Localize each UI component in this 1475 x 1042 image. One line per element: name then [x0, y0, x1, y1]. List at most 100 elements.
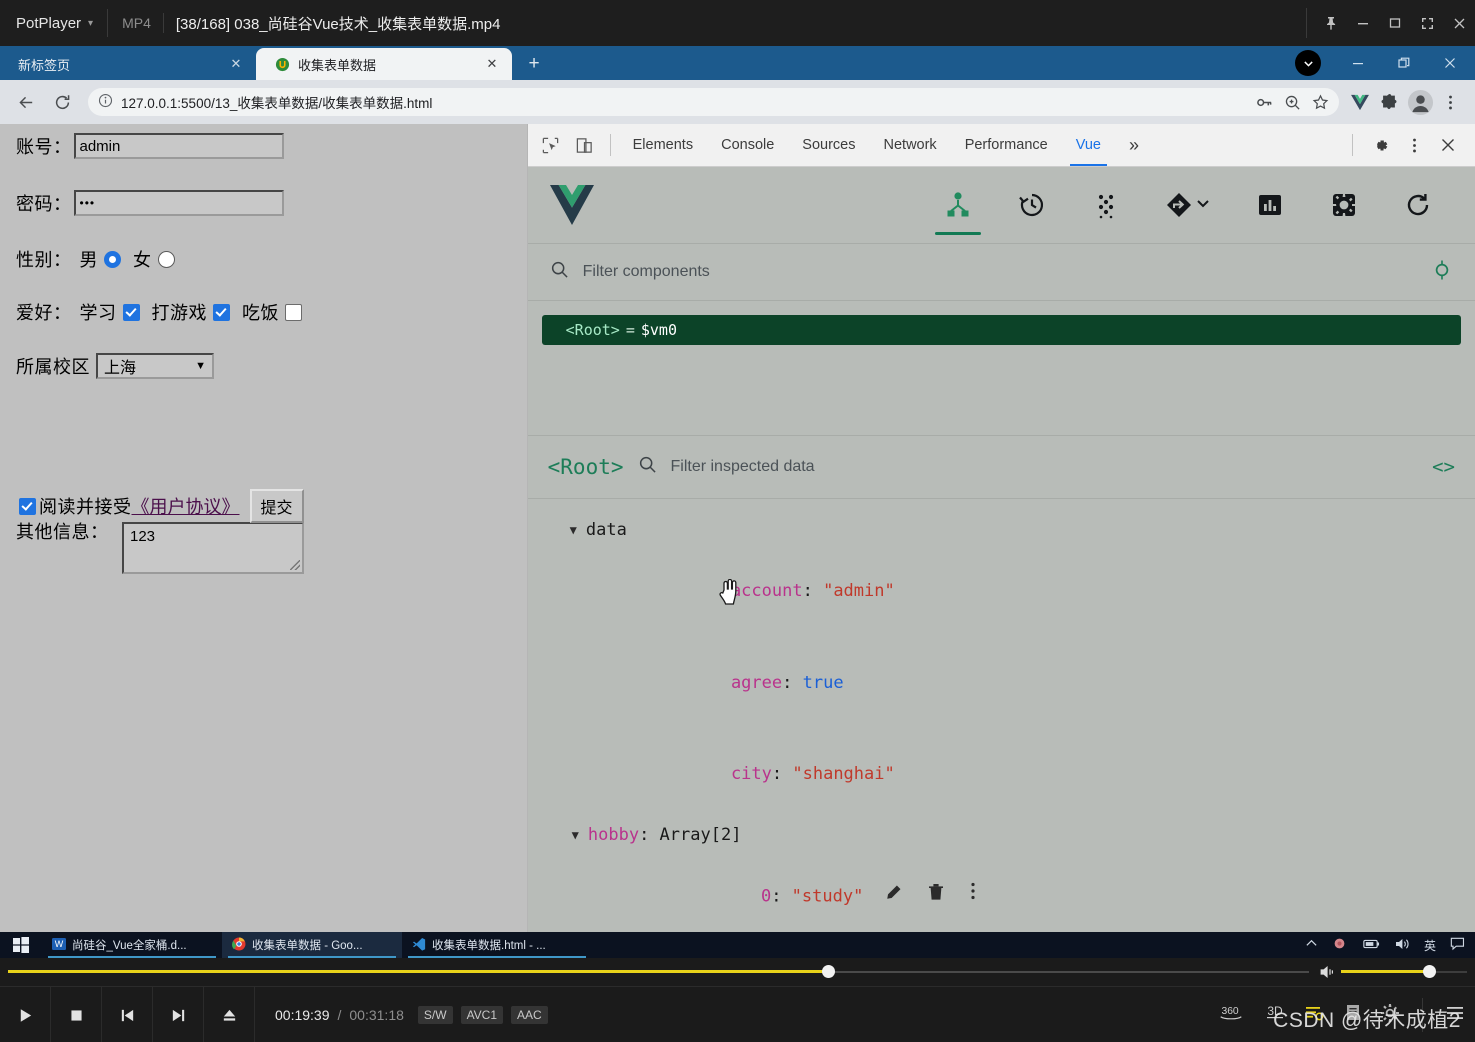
data-section-header[interactable]: ▼ data: [558, 515, 1475, 546]
password-key-icon[interactable]: [1251, 89, 1277, 115]
nav-timeline-history[interactable]: [995, 167, 1069, 243]
data-row-agree[interactable]: agree: true: [558, 637, 1475, 729]
minimize-button[interactable]: [1347, 0, 1379, 46]
data-row-city[interactable]: city: "shanghai": [558, 729, 1475, 821]
agree-checkbox[interactable]: [19, 497, 36, 515]
ime-language-indicator[interactable]: 英: [1424, 937, 1436, 954]
tab-sources[interactable]: Sources: [788, 124, 869, 166]
always-on-top-pin-icon[interactable]: [1315, 0, 1347, 46]
menu-icon[interactable]: [1445, 1004, 1465, 1027]
chevron-down-icon[interactable]: [1195, 195, 1211, 216]
data-row-account[interactable]: account: "admin": [558, 546, 1475, 638]
gender-female-radio[interactable]: [157, 250, 175, 268]
battery-icon[interactable]: [1361, 938, 1380, 953]
next-icon[interactable]: [153, 987, 204, 1042]
stop-icon[interactable]: [51, 987, 102, 1042]
hobby-eat-checkbox[interactable]: [285, 303, 302, 321]
hobby-game-checkbox[interactable]: [213, 303, 230, 321]
chrome-menu-icon[interactable]: [1435, 87, 1465, 117]
component-tree-row-root[interactable]: <Root> = $vm0: [541, 315, 1461, 345]
inspected-data-filter-input[interactable]: Filter inspected data: [671, 458, 815, 476]
nav-components-tree[interactable]: [921, 167, 995, 243]
submit-button[interactable]: 提交: [249, 489, 304, 523]
notifications-icon[interactable]: [1450, 937, 1465, 954]
nav-refresh[interactable]: [1381, 167, 1455, 243]
nav-routes[interactable]: [1143, 167, 1233, 243]
progress-handle[interactable]: [821, 965, 835, 978]
browser-tab-new-tab-page[interactable]: 新标签页 ✕: [0, 48, 256, 80]
potplayer-logo-menu[interactable]: PotPlayer ▾: [0, 15, 93, 32]
resize-grip-icon[interactable]: [290, 560, 300, 570]
settings-gear-icon[interactable]: [1365, 130, 1395, 160]
bookmark-icon[interactable]: [1344, 1003, 1362, 1028]
triangle-down-icon[interactable]: ▼: [572, 820, 579, 851]
delete-trash-icon[interactable]: [928, 881, 944, 912]
taskbar-item-vscode[interactable]: 收集表单数据.html - ...: [402, 932, 592, 958]
bookmark-star-icon[interactable]: [1307, 89, 1333, 115]
data-row-hobby[interactable]: ▼ hobby: Array[2]: [558, 820, 1475, 851]
triangle-down-icon[interactable]: ▼: [570, 515, 577, 546]
profile-avatar-icon[interactable]: [1405, 87, 1435, 117]
onedrive-icon[interactable]: [1332, 936, 1347, 954]
tab-elements[interactable]: Elements: [619, 124, 707, 166]
nav-vuex[interactable]: [1069, 167, 1143, 243]
playback-progress-slider[interactable]: [8, 958, 1309, 986]
windows-start-icon[interactable]: [0, 937, 42, 953]
close-icon[interactable]: ✕: [482, 56, 502, 72]
close-icon[interactable]: ✕: [226, 56, 246, 72]
tab-network[interactable]: Network: [870, 124, 951, 166]
vue-devtools-extension-icon[interactable]: [1345, 87, 1375, 117]
inspect-element-icon[interactable]: [534, 128, 568, 162]
fullscreen-button[interactable]: [1411, 0, 1443, 46]
password-input[interactable]: •••: [73, 190, 284, 216]
new-tab-button[interactable]: +: [520, 50, 548, 78]
3d-mode-icon[interactable]: 3D: [1264, 1003, 1286, 1028]
device-toolbar-icon[interactable]: [568, 128, 602, 162]
volume-handle[interactable]: [1423, 965, 1436, 978]
playlist-icon[interactable]: [1304, 1003, 1326, 1028]
extensions-puzzle-icon[interactable]: [1375, 87, 1405, 117]
component-filter-input[interactable]: Filter components: [583, 263, 710, 281]
site-info-icon[interactable]: [98, 93, 113, 111]
address-bar[interactable]: 127.0.0.1:5500/13_收集表单数据/收集表单数据.html: [88, 88, 1339, 116]
tab-performance[interactable]: Performance: [951, 124, 1062, 166]
gender-male-radio[interactable]: [104, 250, 121, 268]
campus-select[interactable]: 上海 ▼: [96, 353, 214, 379]
account-input[interactable]: admin: [73, 133, 284, 159]
open-in-editor-icon[interactable]: <>: [1432, 456, 1455, 478]
close-button[interactable]: [1427, 46, 1473, 80]
settings-gear-icon[interactable]: [1380, 1003, 1400, 1028]
taskbar-item-word[interactable]: W 尚硅谷_Vue全家桶.d...: [42, 932, 222, 958]
nav-settings[interactable]: [1307, 167, 1381, 243]
maximize-button[interactable]: [1379, 0, 1411, 46]
eject-icon[interactable]: [204, 987, 255, 1042]
volume-icon[interactable]: [1394, 937, 1410, 954]
more-options-icon[interactable]: [1399, 130, 1429, 160]
back-arrow-icon[interactable]: [10, 86, 42, 118]
tab-console[interactable]: Console: [707, 124, 788, 166]
profile-chip-icon[interactable]: [1295, 50, 1321, 76]
more-dots-icon[interactable]: [970, 881, 976, 912]
nav-performance[interactable]: [1233, 167, 1307, 243]
speaker-icon[interactable]: [1319, 964, 1337, 985]
reload-icon[interactable]: [46, 86, 78, 118]
component-filter-bar[interactable]: Filter components: [527, 244, 1475, 301]
taskbar-item-chrome[interactable]: 收集表单数据 - Goo...: [222, 932, 402, 958]
edit-pencil-icon[interactable]: [885, 881, 902, 912]
tab-vue[interactable]: Vue: [1062, 124, 1115, 166]
volume-slider[interactable]: [1319, 958, 1467, 986]
close-devtools-icon[interactable]: [1433, 130, 1463, 160]
browser-tab-active[interactable]: 收集表单数据 ✕: [256, 48, 512, 80]
zoom-icon[interactable]: [1279, 89, 1305, 115]
vr360-icon[interactable]: 360: [1216, 1003, 1246, 1028]
close-button[interactable]: [1443, 0, 1475, 46]
show-hidden-icons-icon[interactable]: [1305, 937, 1318, 953]
previous-icon[interactable]: [102, 987, 153, 1042]
hobby-study-checkbox[interactable]: [122, 303, 140, 321]
user-agreement-link[interactable]: 《用户协议》: [132, 493, 240, 519]
select-component-icon[interactable]: [1431, 259, 1453, 286]
play-icon[interactable]: [0, 987, 51, 1042]
minimize-button[interactable]: [1335, 46, 1381, 80]
tabs-overflow-button[interactable]: »: [1115, 124, 1153, 166]
other-textarea[interactable]: 123: [122, 522, 304, 574]
